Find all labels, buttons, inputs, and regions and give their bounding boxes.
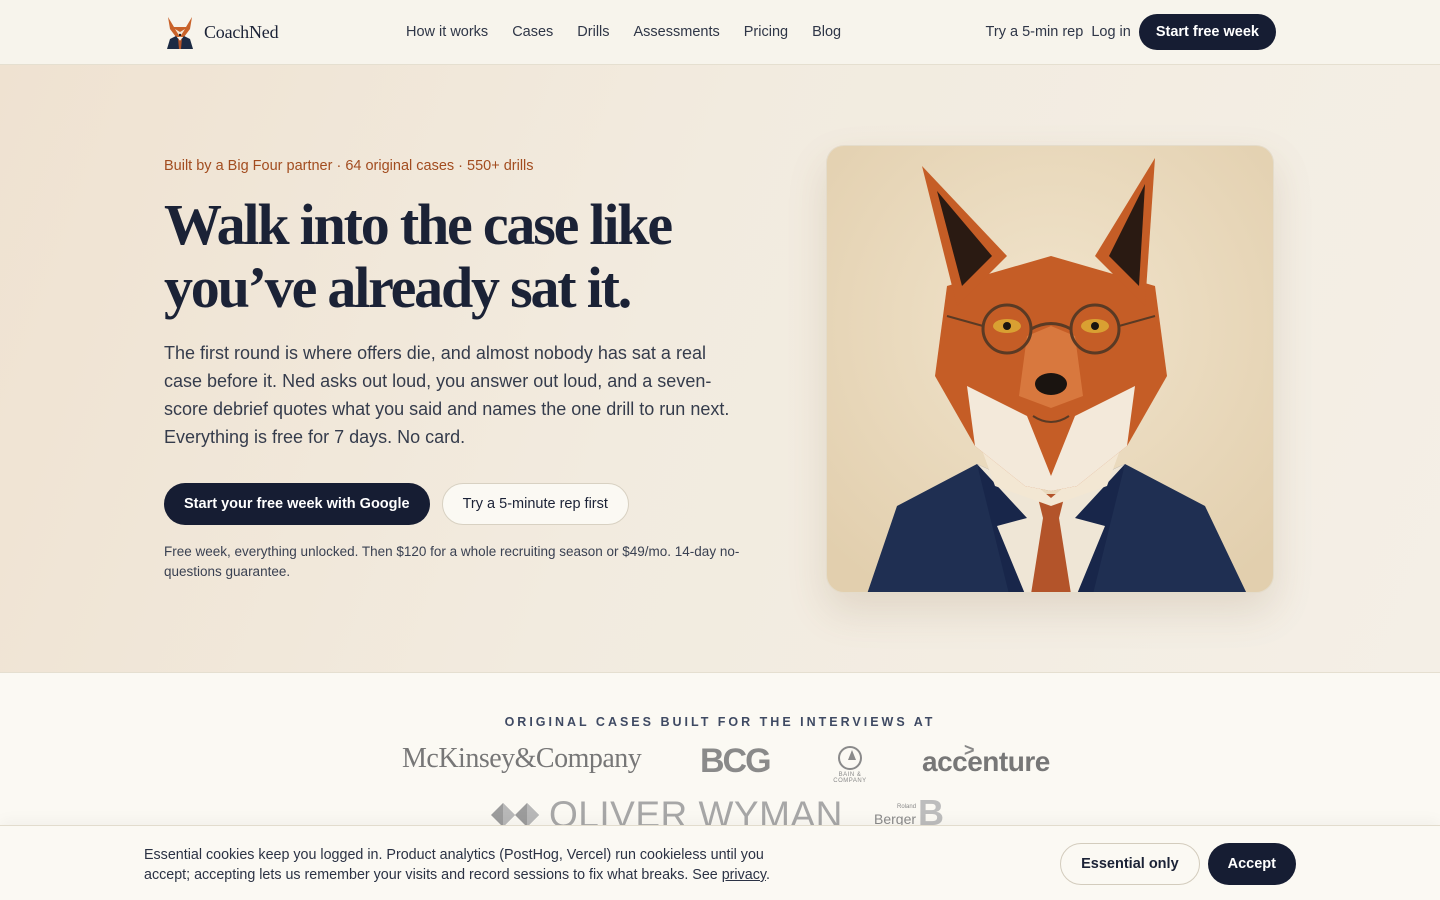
- nav-assessments[interactable]: Assessments: [622, 24, 732, 40]
- nav-actions: Try a 5-min rep Log in Start free week: [986, 14, 1276, 50]
- main-nav: How it works Cases Drills Assessments Pr…: [394, 0, 853, 64]
- cookie-banner: Essential cookies keep you logged in. Pr…: [0, 825, 1440, 900]
- hero-headline: Walk into the case like you’ve already s…: [164, 192, 673, 320]
- privacy-link[interactable]: privacy: [722, 867, 766, 883]
- bcg-logo: BCG: [700, 742, 772, 780]
- nav-cases[interactable]: Cases: [500, 24, 565, 40]
- nav-blog[interactable]: Blog: [800, 24, 853, 40]
- roland-berger-b-mark-icon: B: [918, 792, 945, 833]
- top-nav: CoachNed How it works Cases Drills Asses…: [0, 0, 1440, 65]
- roland-berger-text: Roland Berger: [874, 801, 916, 826]
- try-rep-button[interactable]: Try a 5-minute rep first: [441, 483, 629, 525]
- fox-illustration: [826, 145, 1274, 593]
- pricing-fineprint: Free week, everything unlocked. Then $12…: [164, 544, 740, 579]
- brand-name: CoachNed: [204, 21, 279, 42]
- hero-section: Built by a Big Four partner · 64 origina…: [0, 65, 1440, 673]
- hero-description: The first round is where offers die, and…: [164, 343, 730, 447]
- essential-only-button[interactable]: Essential only: [1060, 843, 1200, 885]
- mckinsey-logo: McKinsey&Company: [402, 743, 642, 774]
- brand[interactable]: CoachNed: [164, 14, 279, 50]
- roland-berger-logo: Roland Berger B: [874, 792, 945, 833]
- fox-logo-icon: [167, 17, 193, 49]
- accenture-logo: accenture: [922, 746, 1050, 777]
- cookie-period: .: [765, 867, 770, 883]
- cookie-message: Essential cookies keep you logged in. Pr…: [144, 845, 804, 885]
- bain-logo-text: BAIN & COMPANY: [833, 772, 867, 784]
- login-link[interactable]: Log in: [1091, 24, 1131, 40]
- cookie-message-text: Essential cookies keep you logged in. Pr…: [144, 847, 764, 883]
- logos-title: ORIGINAL CASES BUILT FOR THE INTERVIEWS …: [504, 715, 936, 729]
- accept-cookies-button[interactable]: Accept: [1207, 843, 1296, 885]
- hero-cta-group: Start your free week with Google Try a 5…: [164, 483, 629, 525]
- nav-how-it-works[interactable]: How it works: [394, 24, 500, 40]
- start-free-week-button[interactable]: Start free week: [1138, 14, 1276, 50]
- hero-kicker: Built by a Big Four partner · 64 origina…: [164, 158, 534, 174]
- try-rep-link[interactable]: Try a 5-min rep: [986, 24, 1084, 40]
- bain-mark-icon: [838, 746, 862, 770]
- fox-in-suit-illustration-icon: [827, 146, 1273, 592]
- google-signup-button[interactable]: Start your free week with Google: [164, 483, 430, 525]
- bain-logo: BAIN & COMPANY: [824, 746, 876, 784]
- cookie-actions: Essential only Accept: [1060, 843, 1296, 885]
- nav-pricing[interactable]: Pricing: [732, 24, 800, 40]
- nav-drills[interactable]: Drills: [565, 24, 621, 40]
